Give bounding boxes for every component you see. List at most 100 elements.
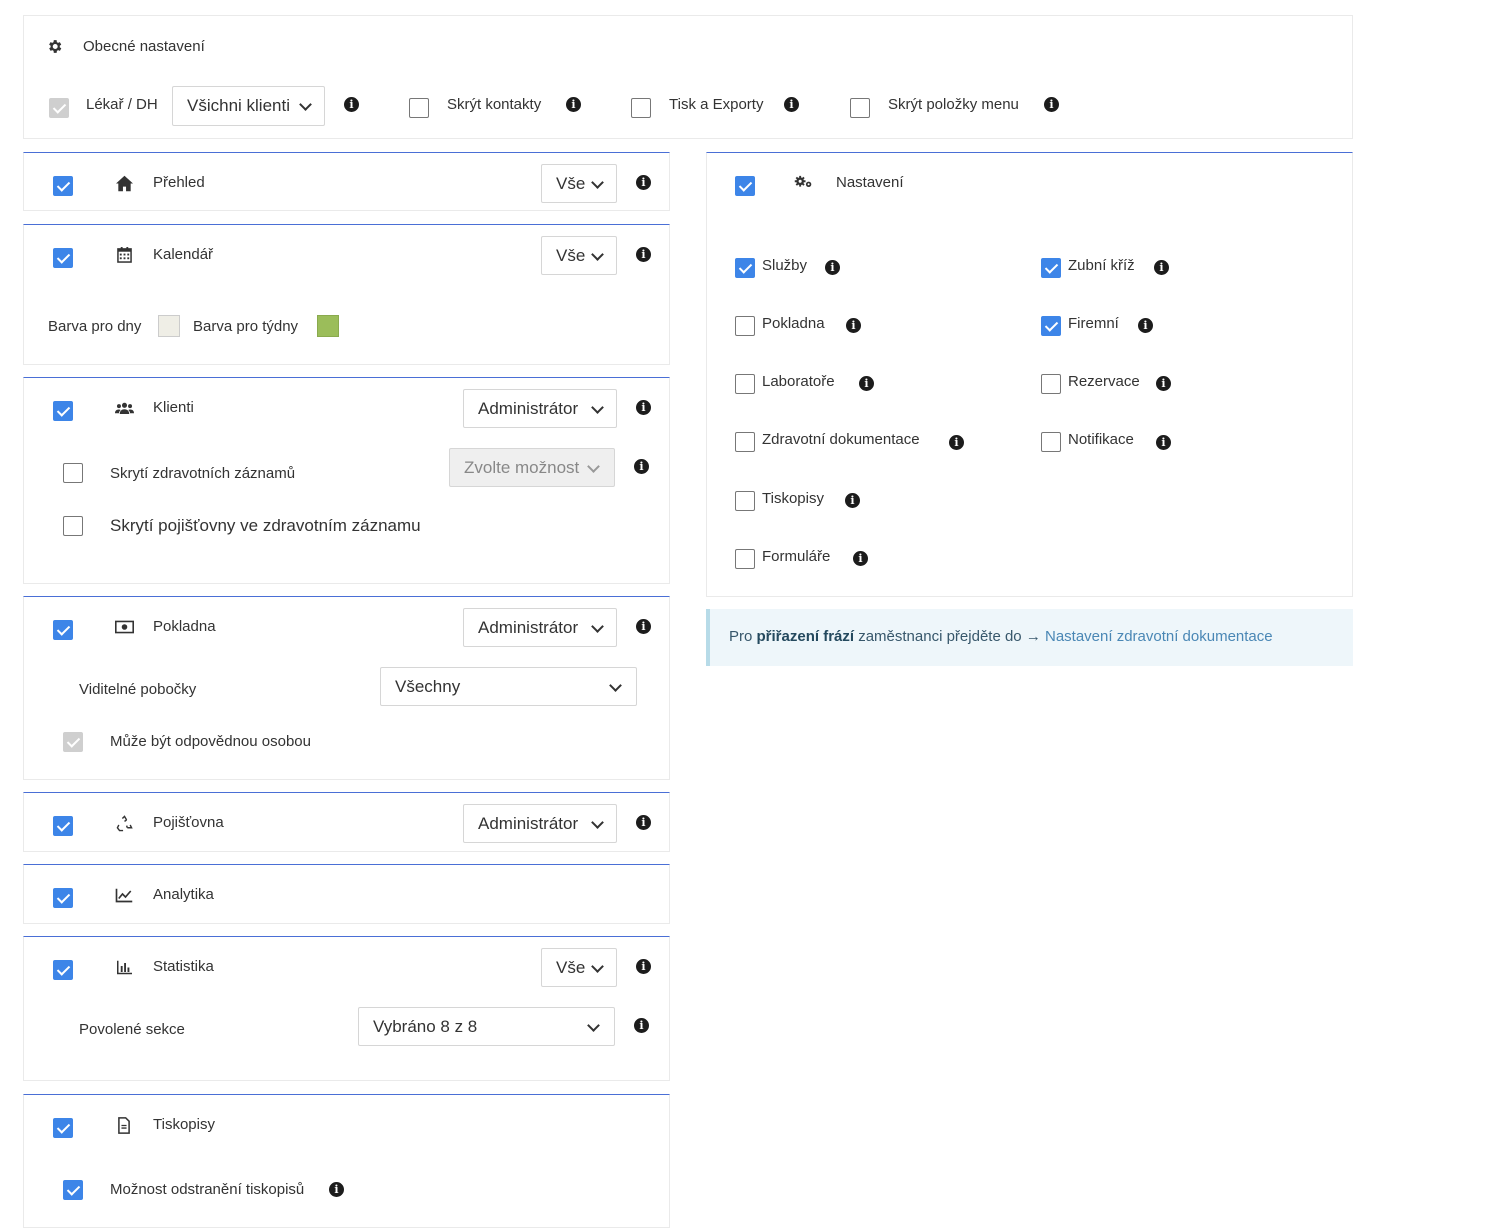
klienti-select-value: Administrátor [478, 399, 579, 418]
nastaveni-label: Nastavení [836, 174, 904, 191]
pokladna-setting-checkbox[interactable] [735, 316, 755, 336]
sections-select[interactable]: Vybráno 8 z 8 [358, 1007, 615, 1046]
doctor-label: Lékař / DH [86, 96, 158, 113]
info-icon[interactable]: i [845, 493, 860, 508]
week-color-swatch[interactable] [317, 315, 339, 337]
klienti-checkbox[interactable] [53, 401, 73, 421]
nastaveni-checkbox[interactable] [735, 176, 755, 196]
reservation-checkbox[interactable] [1041, 374, 1061, 394]
info-icon[interactable]: i [1156, 435, 1171, 450]
statistika-select[interactable]: Vše [541, 948, 617, 987]
tiskopisy-checkbox[interactable] [53, 1118, 73, 1138]
info-icon[interactable]: i [1138, 318, 1153, 333]
print-exports-checkbox[interactable] [631, 98, 651, 118]
sluzby-checkbox[interactable] [735, 258, 755, 278]
health-docs-label: Zdravotní dokumentace [762, 431, 920, 448]
chevron-down-icon [591, 960, 604, 973]
info-icon[interactable]: i [634, 1018, 649, 1033]
sections-select-value: Vybráno 8 z 8 [373, 1017, 478, 1036]
health-docs-checkbox[interactable] [735, 432, 755, 452]
sluzby-label: Služby [762, 257, 808, 274]
dental-cross-checkbox[interactable] [1041, 258, 1061, 278]
statistika-checkbox[interactable] [53, 960, 73, 980]
analytika-label: Analytika [153, 886, 214, 903]
prehled-checkbox[interactable] [53, 176, 73, 196]
info-icon[interactable]: i [636, 959, 651, 974]
info-icon[interactable]: i [636, 247, 651, 262]
module-tiskopisy: Tiskopisy Možnost odstranění tiskopisů i [23, 1094, 670, 1228]
doctor-select[interactable]: Všichni klienti [172, 86, 325, 126]
health-docs-settings-link[interactable]: Nastavení zdravotní dokumentace [1045, 628, 1273, 645]
info-icon[interactable]: i [566, 97, 581, 112]
formulare-label: Formuláře [762, 548, 831, 565]
notifications-checkbox[interactable] [1041, 432, 1061, 452]
hide-insurance-checkbox[interactable] [63, 516, 83, 536]
prehled-label: Přehled [153, 174, 205, 191]
info-icon[interactable]: i [634, 459, 649, 474]
info-icon[interactable]: i [329, 1182, 344, 1197]
info-icon[interactable]: i [859, 376, 874, 391]
info-icon[interactable]: i [853, 551, 868, 566]
tiskopisy-setting-checkbox[interactable] [735, 491, 755, 511]
chevron-down-icon [299, 98, 312, 111]
kalendar-select[interactable]: Vše [541, 236, 617, 275]
tiskopisy-setting-label: Tiskopisy [762, 490, 824, 507]
pokladna-select[interactable]: Administrátor [463, 608, 617, 647]
hide-insurance-label: Skrytí pojišťovny ve zdravotním záznamu [110, 516, 421, 535]
hide-menu-items-checkbox[interactable] [850, 98, 870, 118]
remove-forms-label: Možnost odstranění tiskopisů [110, 1181, 305, 1198]
responsible-label: Může být odpovědnou osobou [110, 733, 311, 750]
module-statistika: Statistika Vše i Povolené sekce Vybráno … [23, 936, 670, 1081]
klienti-select[interactable]: Administrátor [463, 389, 617, 428]
remove-forms-checkbox[interactable] [63, 1180, 83, 1200]
kalendar-select-value: Vše [556, 246, 586, 265]
reservation-label: Rezervace [1068, 373, 1140, 390]
responsible-checkbox[interactable] [63, 732, 83, 752]
pokladna-checkbox[interactable] [53, 620, 73, 640]
info-icon[interactable]: i [949, 435, 964, 450]
info-icon[interactable]: i [344, 97, 359, 112]
branches-select[interactable]: Všechny [380, 667, 637, 706]
prehled-select[interactable]: Vše [541, 164, 617, 203]
info-icon[interactable]: i [784, 97, 799, 112]
kalendar-label: Kalendář [153, 246, 214, 263]
pokladna-label: Pokladna [153, 618, 216, 635]
info-icon[interactable]: i [1154, 260, 1169, 275]
company-checkbox[interactable] [1041, 316, 1061, 336]
general-settings-panel: Obecné nastavení Lékař / DH Všichni klie… [23, 15, 1353, 139]
formulare-checkbox[interactable] [735, 549, 755, 569]
laboratore-label: Laboratoře [762, 373, 835, 390]
chevron-down-icon [587, 460, 600, 473]
statistika-select-value: Vše [556, 958, 586, 977]
gear-icon [44, 36, 64, 56]
info-icon[interactable]: i [636, 619, 651, 634]
kalendar-checkbox[interactable] [53, 248, 73, 268]
company-label: Firemní [1068, 315, 1119, 332]
info-icon[interactable]: i [1156, 376, 1171, 391]
info-icon[interactable]: i [636, 815, 651, 830]
pojistovna-select[interactable]: Administrátor [463, 804, 617, 843]
tiskopisy-label: Tiskopisy [153, 1116, 215, 1133]
day-color-swatch[interactable] [158, 315, 180, 337]
hide-contacts-checkbox[interactable] [409, 98, 429, 118]
info-icon[interactable]: i [1044, 97, 1059, 112]
hide-records-select[interactable]: Zvolte možnost [449, 448, 615, 487]
info-icon[interactable]: i [846, 318, 861, 333]
analytika-checkbox[interactable] [53, 888, 73, 908]
branches-label: Viditelné pobočky [79, 681, 197, 698]
gears-icon [794, 172, 814, 192]
info-icon[interactable]: i [636, 400, 651, 415]
module-analytika: Analytika [23, 864, 670, 924]
calendar-icon [114, 245, 134, 265]
info-icon[interactable]: i [636, 175, 651, 190]
chevron-down-icon [591, 248, 604, 261]
laboratore-checkbox[interactable] [735, 374, 755, 394]
pojistovna-label: Pojišťovna [153, 814, 224, 831]
hide-records-checkbox[interactable] [63, 463, 83, 483]
chevron-down-icon [609, 679, 622, 692]
info-icon[interactable]: i [825, 260, 840, 275]
doctor-checkbox[interactable] [49, 98, 69, 118]
statistika-label: Statistika [153, 958, 214, 975]
module-pojistovna: Pojišťovna Administrátor i [23, 792, 670, 852]
pojistovna-checkbox[interactable] [53, 816, 73, 836]
